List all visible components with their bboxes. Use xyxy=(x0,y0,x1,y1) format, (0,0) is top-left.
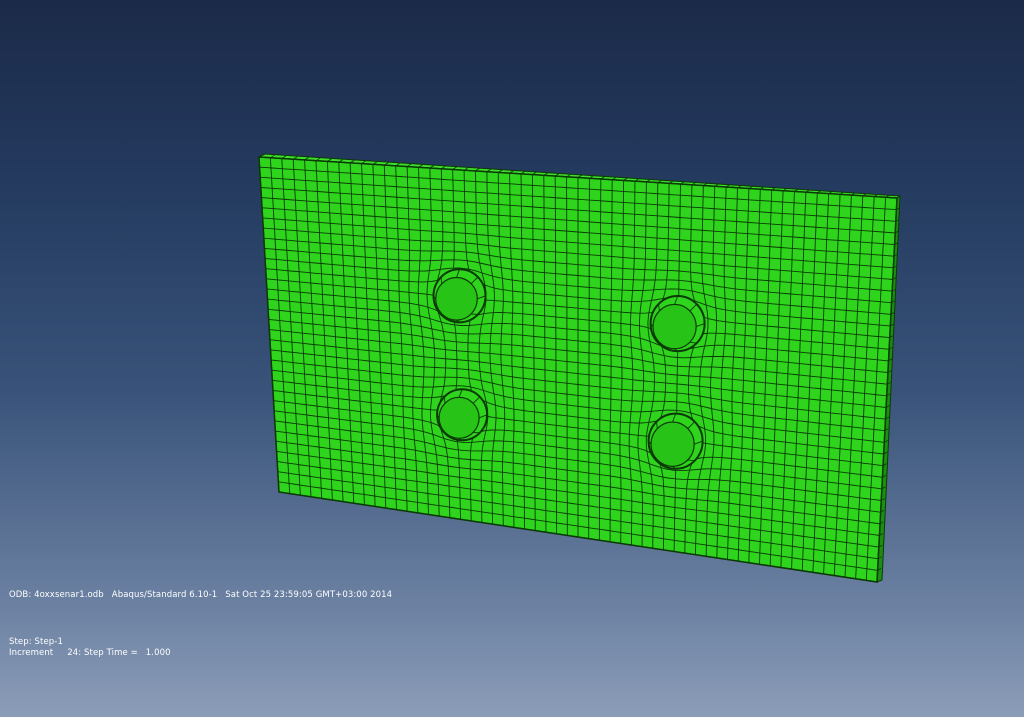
hole-wall-line xyxy=(443,396,446,404)
bolt-hole-inner-2 xyxy=(652,303,697,350)
odb-label: ODB: 4oxxsenar1.odb xyxy=(9,590,104,600)
step-info-line: Step: Step-1 xyxy=(9,637,63,648)
hole-wall-line xyxy=(658,341,660,344)
solver-label: Abaqus/Standard 6.10-1 xyxy=(111,590,218,600)
increment-value: 24: Step Time = xyxy=(67,648,138,658)
increment-info-line: Increment 24: Step Time = 1.000 xyxy=(9,648,171,659)
plate-mesh-model[interactable] xyxy=(0,0,1024,717)
hole-wall-line xyxy=(440,313,443,315)
hole-wall-line xyxy=(473,431,480,434)
bolt-hole-inner-3 xyxy=(438,396,480,439)
date-label: Sat Oct 25 23:59:05 GMT+03:00 2014 xyxy=(225,590,393,600)
bolt-hole-inner-1 xyxy=(435,276,478,321)
hole-wall-line xyxy=(471,313,478,315)
odb-info-line: ODB: 4oxxsenar1.odb Abaqus/Standard 6.10-… xyxy=(9,590,392,601)
increment-label: Increment xyxy=(9,648,54,658)
model-viewport[interactable] xyxy=(0,0,1024,717)
hole-wall-line xyxy=(444,431,446,434)
step-label: Step: Step-1 xyxy=(9,637,63,647)
bolt-hole-inner-4 xyxy=(650,421,695,467)
hole-wall-line xyxy=(656,459,658,462)
step-time-value: 1.000 xyxy=(145,648,171,658)
